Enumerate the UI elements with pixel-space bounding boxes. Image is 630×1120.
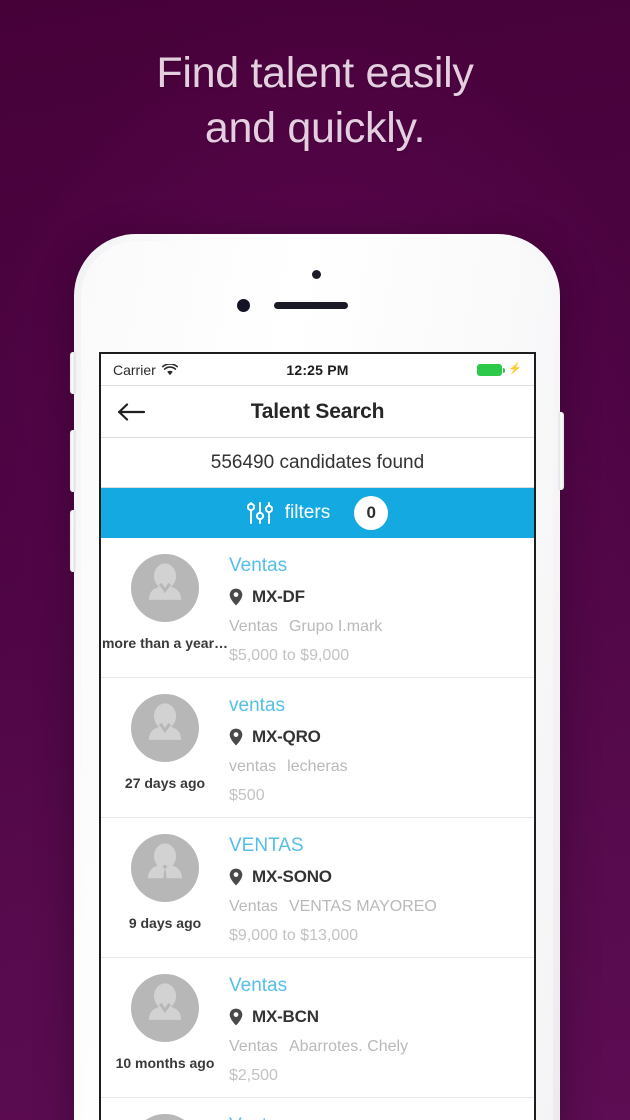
result-salary: $9,000 to $13,000 [229,927,359,944]
result-age-label: 9 days ago [128,915,202,931]
person-avatar-icon [131,974,199,1042]
result-company: Abarrotes. Chely [288,1038,409,1055]
result-meta: ventas lecheras [229,758,524,776]
result-location-text: MX-DF [252,587,305,606]
result-category: Ventas [229,1038,278,1055]
filters-count-badge: 0 [354,496,389,530]
result-details: VENTAS MX-SONO Ventas VENTAS MAYOREO $9,0… [229,830,534,947]
back-button[interactable] [115,397,149,427]
person-avatar-icon [131,694,199,762]
map-pin-icon [229,868,243,886]
result-location-text: MX-SONO [252,867,332,886]
result-title-link[interactable]: VENTAS [229,834,524,858]
candidate-result-row[interactable]: Ventas [101,1098,534,1120]
result-location: MX-SONO [229,867,524,887]
result-meta: Ventas Grupo I.mark [229,618,524,636]
result-location: MX-DF [229,587,524,607]
result-avatar-column [101,1110,229,1120]
candidate-result-row[interactable]: more than a year… Ventas MX-DF Ventas Gru… [101,538,534,678]
volume-up-button[interactable] [70,510,75,572]
power-button[interactable] [559,412,564,490]
result-company: lecheras [287,758,348,775]
result-title-link[interactable]: Ventas [229,554,524,578]
map-pin-icon [229,588,243,606]
result-location-text: MX-QRO [252,727,321,746]
candidate-results-list[interactable]: more than a year… Ventas MX-DF Ventas Gru… [101,538,534,1120]
result-company: Grupo I.mark [288,618,383,635]
result-location: MX-BCN [229,1007,524,1027]
headline-line-1: Find talent easily [156,49,474,97]
results-count-bar: 556490 candidates found [101,438,534,488]
filters-label: filters [284,502,331,523]
sliders-icon [246,502,273,524]
candidate-result-row[interactable]: 10 months ago Ventas MX-BCN Ventas Abarro… [101,958,534,1098]
result-company: VENTAS MAYOREO [288,898,437,915]
headline-line-2: and quickly. [204,104,426,152]
result-title-link[interactable]: Ventas [229,974,524,998]
result-category: Ventas [229,898,278,915]
result-age-label: 10 months ago [115,1055,215,1071]
page-title: Talent Search [250,399,385,423]
arrow-left-icon [117,402,146,421]
front-camera-icon [237,299,250,312]
result-details: Ventas [229,1110,534,1120]
map-pin-icon [229,1008,243,1026]
result-details: Ventas MX-DF Ventas Grupo I.mark $5,000 t… [229,550,534,667]
person-avatar-icon [145,1114,185,1120]
person-avatar-icon [131,554,199,622]
results-count-text: 556490 candidates found [210,451,425,473]
result-title-link[interactable]: Ventas [229,1114,524,1120]
volume-down-button[interactable] [70,430,75,492]
earpiece-speaker [274,302,348,309]
filters-bar[interactable]: filters 0 [101,488,534,538]
result-category: Ventas [229,618,278,635]
map-pin-icon [229,728,243,746]
silent-switch-button[interactable] [70,352,75,394]
candidate-result-row[interactable]: 9 days ago VENTAS MX-SONO Ventas VENTAS M… [101,818,534,958]
result-salary: $5,000 to $9,000 [229,647,350,664]
result-age-label: more than a year… [101,635,229,651]
result-avatar-column: 27 days ago [101,690,229,807]
result-details: Ventas MX-BCN Ventas Abarrotes. Chely $2,… [229,970,534,1087]
status-bar: Carrier 12:25 PM ⚡ [101,354,534,386]
result-category: ventas [229,758,277,775]
result-meta: Ventas VENTAS MAYOREO [229,898,524,916]
result-avatar-column: 9 days ago [101,830,229,947]
candidate-result-row[interactable]: 27 days ago ventas MX-QRO ventas lecheras… [101,678,534,818]
phone-mockup: Carrier 12:25 PM ⚡ Talent Search 556490 … [70,234,564,1120]
result-location: MX-QRO [229,727,524,747]
person-suit-avatar-icon [131,834,199,902]
battery-full-icon [477,363,506,376]
result-salary: $500 [229,787,265,804]
result-salary: $2,500 [229,1067,278,1084]
front-sensor-icon [312,270,321,279]
result-title-link[interactable]: ventas [229,694,524,718]
phone-screen: Carrier 12:25 PM ⚡ Talent Search 556490 … [99,352,536,1120]
status-bar-clock: 12:25 PM [286,361,349,378]
result-age-label: 27 days ago [124,775,206,791]
result-meta: Ventas Abarrotes. Chely [229,1038,524,1056]
navigation-bar: Talent Search [101,386,534,438]
result-details: ventas MX-QRO ventas lecheras $500 [229,690,534,807]
result-location-text: MX-BCN [252,1007,319,1026]
result-avatar-column: 10 months ago [101,970,229,1087]
promo-headline: Find talent easily and quickly. [0,46,630,156]
result-avatar-column: more than a year… [101,550,229,667]
